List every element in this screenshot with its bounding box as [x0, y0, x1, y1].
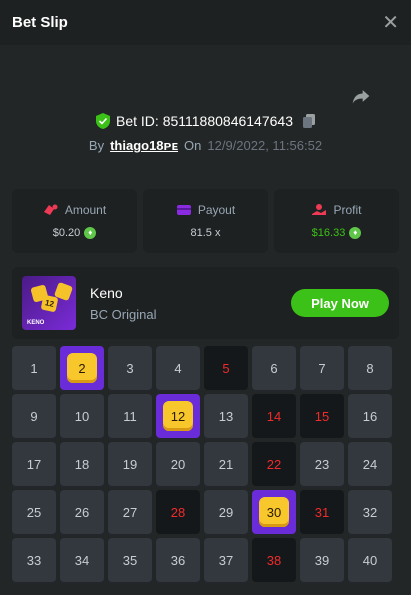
keno-cell: 8 — [348, 346, 392, 390]
stat-profit: Profit $16.33 ♦ — [274, 189, 399, 253]
keno-cell: 26 — [60, 490, 104, 534]
keno-cell: 1 — [12, 346, 56, 390]
keno-cell: 6 — [252, 346, 296, 390]
bet-id-row: Bet ID: 85111880846147643 — [0, 113, 411, 129]
by-label: By — [88, 138, 105, 153]
page-title: Bet Slip — [12, 14, 68, 31]
keno-cell-miss: 5 — [204, 346, 248, 390]
keno-cell: 11 — [108, 394, 152, 438]
keno-cell: 29 — [204, 490, 248, 534]
keno-cell: 3 — [108, 346, 152, 390]
keno-cell: 16 — [348, 394, 392, 438]
coin-icon: ♦ — [349, 227, 362, 239]
stat-payout-label: Payout — [197, 203, 236, 217]
profit-icon — [312, 204, 327, 215]
keno-cell: 20 — [156, 442, 200, 486]
keno-cell-hit: 30 — [252, 490, 296, 534]
username-link[interactable]: thiago18ᴘᴇ — [110, 138, 178, 153]
coin-icon: ♦ — [84, 227, 97, 239]
keno-cell-miss: 28 — [156, 490, 200, 534]
keno-hit-tile: 2 — [67, 353, 97, 383]
stat-amount: Amount $0.20 ♦ — [12, 189, 137, 253]
die-icon: 12 — [40, 294, 59, 313]
stat-amount-value: $0.20 — [52, 227, 81, 239]
shield-check-icon — [96, 113, 111, 129]
bet-id: Bet ID: 85111880846147643 — [116, 113, 293, 129]
stat-amount-label: Amount — [64, 203, 107, 217]
bet-slip-header: Bet Slip ✕ — [0, 0, 411, 45]
share-icon[interactable] — [351, 86, 371, 106]
keno-cell-miss: 22 — [252, 442, 296, 486]
game-provider: BC Original — [90, 306, 157, 322]
keno-hit-tile: 12 — [163, 401, 193, 431]
keno-grid: 1 2 3 4 5 6 7 8 9 10 11 12 13 14 15 16 17 18 19 20 21 22 23 24 2… — [12, 346, 392, 582]
amount-icon — [43, 204, 58, 215]
keno-cell: 7 — [300, 346, 344, 390]
keno-cell: 19 — [108, 442, 152, 486]
keno-cell: 24 — [348, 442, 392, 486]
copy-icon[interactable] — [302, 114, 315, 128]
game-name: Keno — [90, 284, 123, 301]
game-thumbnail: 12 KENO — [22, 276, 76, 330]
keno-cell: 27 — [108, 490, 152, 534]
keno-cell-miss: 14 — [252, 394, 296, 438]
game-card: 12 KENO Keno BC Original Play Now — [12, 267, 399, 339]
stat-payout-value: 81.5 x — [190, 227, 221, 239]
keno-cell: 13 — [204, 394, 248, 438]
keno-cell-miss: 38 — [252, 538, 296, 582]
keno-cell: 36 — [156, 538, 200, 582]
bet-meta-row: By thiago18ᴘᴇ On 12/9/2022, 11:56:52 — [0, 138, 411, 153]
keno-cell: 35 — [108, 538, 152, 582]
keno-cell: 39 — [300, 538, 344, 582]
keno-cell: 40 — [348, 538, 392, 582]
stat-payout: Payout 81.5 x — [143, 189, 268, 253]
close-icon[interactable]: ✕ — [382, 13, 399, 33]
wallet-icon — [176, 205, 191, 215]
keno-cell: 10 — [60, 394, 104, 438]
keno-cell: 9 — [12, 394, 56, 438]
stat-profit-label: Profit — [333, 203, 362, 217]
keno-cell: 34 — [60, 538, 104, 582]
keno-cell: 33 — [12, 538, 56, 582]
keno-cell: 23 — [300, 442, 344, 486]
keno-cell: 4 — [156, 346, 200, 390]
keno-cell: 18 — [60, 442, 104, 486]
keno-cell-miss: 15 — [300, 394, 344, 438]
play-now-button[interactable]: Play Now — [291, 289, 389, 317]
keno-cell: 17 — [12, 442, 56, 486]
bet-date: 12/9/2022, 11:56:52 — [207, 138, 323, 153]
keno-cell-hit: 2 — [60, 346, 104, 390]
keno-cell: 32 — [348, 490, 392, 534]
stat-profit-value: $16.33 — [311, 227, 346, 239]
keno-cell-miss: 31 — [300, 490, 344, 534]
on-label: On — [184, 138, 202, 153]
bet-stats: Amount $0.20 ♦ Payout 81.5 x Profit $16.… — [12, 189, 399, 253]
keno-cell-hit: 12 — [156, 394, 200, 438]
keno-hit-tile: 30 — [259, 497, 289, 527]
keno-cell: 37 — [204, 538, 248, 582]
keno-cell: 21 — [204, 442, 248, 486]
thumb-brand: KENO — [27, 320, 45, 326]
keno-cell: 25 — [12, 490, 56, 534]
